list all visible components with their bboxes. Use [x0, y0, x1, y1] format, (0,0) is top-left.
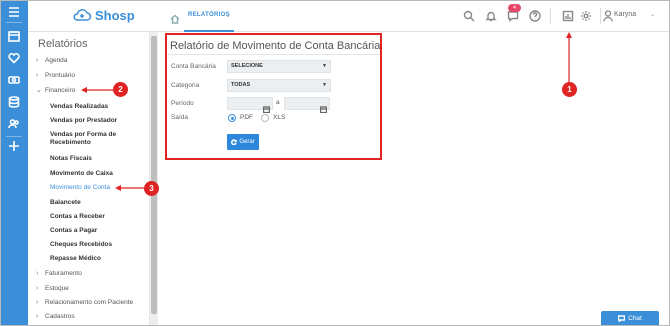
categoria-label: Categoria: [171, 82, 200, 89]
sidebar-section-relacionamento[interactable]: › Relacionamento com Paciente: [36, 299, 133, 306]
sidebar-item-contas-pagar[interactable]: Contas a Pagar: [50, 227, 97, 235]
page-title: Relatório de Movimento de Conta Bancária: [170, 40, 381, 52]
conta-bancaria-value: SELECIONE: [231, 63, 263, 69]
saida-pdf-label[interactable]: PDF: [240, 114, 253, 121]
chevron-down-icon: ⌄: [36, 87, 42, 94]
chat-icon: [618, 315, 626, 322]
calendar-icon[interactable]: [319, 100, 328, 114]
chevron-down-icon[interactable]: ⌄: [225, 11, 231, 19]
cloud-plus-icon: [73, 9, 92, 21]
user-icon[interactable]: [603, 9, 613, 22]
help-icon[interactable]: [528, 9, 542, 23]
sidebar-section-prontuario[interactable]: › Prontuário: [36, 72, 75, 79]
report-form-panel: [165, 33, 382, 160]
periodo-label: Período: [171, 100, 194, 107]
notification-badge: 4: [508, 4, 521, 12]
rail-divider: [6, 136, 22, 137]
chevron-right-icon: ›: [36, 299, 39, 306]
saida-pdf-radio[interactable]: [228, 114, 236, 122]
chevron-right-icon: ›: [36, 72, 39, 79]
agenda-icon[interactable]: [7, 30, 21, 42]
sidebar-item-movimento-caixa[interactable]: Movimento de Caixa: [50, 170, 113, 178]
divider: [550, 8, 551, 24]
sidebar-section-label: Cadastros: [45, 313, 75, 320]
heart-icon[interactable]: [7, 52, 21, 64]
search-icon[interactable]: [462, 9, 476, 23]
sidebar-section-agenda[interactable]: › Agenda: [36, 57, 67, 64]
users-icon[interactable]: [7, 118, 21, 130]
app-logo[interactable]: Shosp: [72, 7, 135, 23]
menu-icon[interactable]: [7, 6, 21, 18]
sidebar-title: Relatórios: [38, 38, 88, 50]
plus-icon[interactable]: [7, 140, 21, 152]
divider: [600, 8, 601, 24]
sidebar-section-label: Relacionamento com Paciente: [45, 299, 134, 306]
breadcrumb-active-indicator: [184, 30, 234, 32]
caret-down-icon: ▼: [322, 63, 327, 69]
sidebar-item-movimento-conta[interactable]: Movimento de Conta: [50, 184, 110, 192]
home-icon[interactable]: [170, 11, 180, 24]
sidebar-item-vendas-realizadas[interactable]: Vendas Realizadas: [50, 103, 108, 111]
chat-label: Chat: [628, 315, 642, 322]
sidebar-item-contas-receber[interactable]: Contas a Receber: [50, 213, 105, 221]
sidebar-scrollbar-thumb[interactable]: [151, 36, 157, 314]
sidebar-section-label: Agenda: [45, 57, 68, 64]
caret-down-icon: ▼: [322, 82, 327, 88]
sidebar-section-label: Faturamento: [45, 270, 82, 277]
gear-icon[interactable]: [579, 9, 593, 23]
annotation-step-1: 1: [562, 82, 577, 97]
top-bar: Shosp RELATÓRIOS ⌄ 4 Karyna ⌄: [28, 0, 670, 32]
sidebar-item-vendas-prestador[interactable]: Vendas por Prestador: [50, 117, 117, 125]
logo-text: Shosp: [95, 7, 135, 23]
sidebar-section-estoque[interactable]: › Estoque: [36, 285, 69, 292]
bell-icon[interactable]: [484, 9, 498, 23]
gerar-button[interactable]: Gerar: [227, 134, 259, 150]
gerar-label: Gerar: [239, 139, 255, 145]
money-icon[interactable]: [7, 74, 21, 86]
user-name[interactable]: Karyna: [614, 11, 636, 18]
database-icon[interactable]: [7, 96, 21, 108]
rail-divider: [6, 22, 22, 23]
sidebar-section-label: Financeiro: [45, 86, 76, 94]
periodo-separator: a: [276, 99, 280, 106]
saida-xls-radio[interactable]: [261, 114, 269, 122]
sidebar-section-label: Prontuário: [45, 72, 75, 79]
periodo-start-input[interactable]: [227, 97, 273, 114]
sidebar-item-cheques-recebidos[interactable]: Cheques Recebidos: [50, 241, 112, 249]
chevron-down-icon[interactable]: ⌄: [650, 11, 655, 18]
sidebar-item-vendas-forma-recebimento[interactable]: Vendas por Forma de Recebimento: [50, 131, 130, 147]
sidebar-item-notas-fiscais[interactable]: Notas Fiscais: [50, 155, 92, 163]
chevron-right-icon: ›: [36, 285, 39, 292]
categoria-value: TODAS: [231, 82, 251, 88]
saida-label: Saída: [171, 114, 188, 121]
chevron-right-icon: ›: [36, 57, 39, 64]
chevron-right-icon: ›: [36, 313, 39, 320]
periodo-end-input[interactable]: [284, 97, 330, 114]
sidebar-section-cadastros[interactable]: › Cadastros: [36, 313, 75, 320]
icon-rail: [0, 0, 28, 326]
refresh-icon: [231, 139, 238, 145]
annotation-step-3: 3: [144, 181, 159, 196]
sidebar-section-label: Estoque: [45, 285, 69, 292]
title-divider: [168, 54, 380, 55]
breadcrumb-relatorios[interactable]: RELATÓRIOS: [188, 12, 230, 18]
sidebar-item-repasse-medico[interactable]: Repasse Médico: [50, 255, 101, 263]
annotation-step-2: 2: [113, 82, 128, 97]
chat-button[interactable]: Chat: [601, 311, 659, 326]
calendar-icon[interactable]: [262, 100, 271, 114]
sidebar-item-balancete[interactable]: Balancete: [50, 199, 81, 207]
sidebar-section-faturamento[interactable]: › Faturamento: [36, 270, 82, 277]
conta-bancaria-label: Conta Bancária: [171, 63, 216, 70]
sidebar-section-financeiro[interactable]: ⌄ Financeiro: [36, 86, 76, 95]
conta-bancaria-select[interactable]: SELECIONE ▼: [227, 60, 331, 73]
saida-xls-label[interactable]: XLS: [273, 114, 285, 121]
chevron-right-icon: ›: [36, 270, 39, 277]
report-icon[interactable]: [561, 9, 575, 23]
categoria-select[interactable]: TODAS ▼: [227, 79, 331, 92]
